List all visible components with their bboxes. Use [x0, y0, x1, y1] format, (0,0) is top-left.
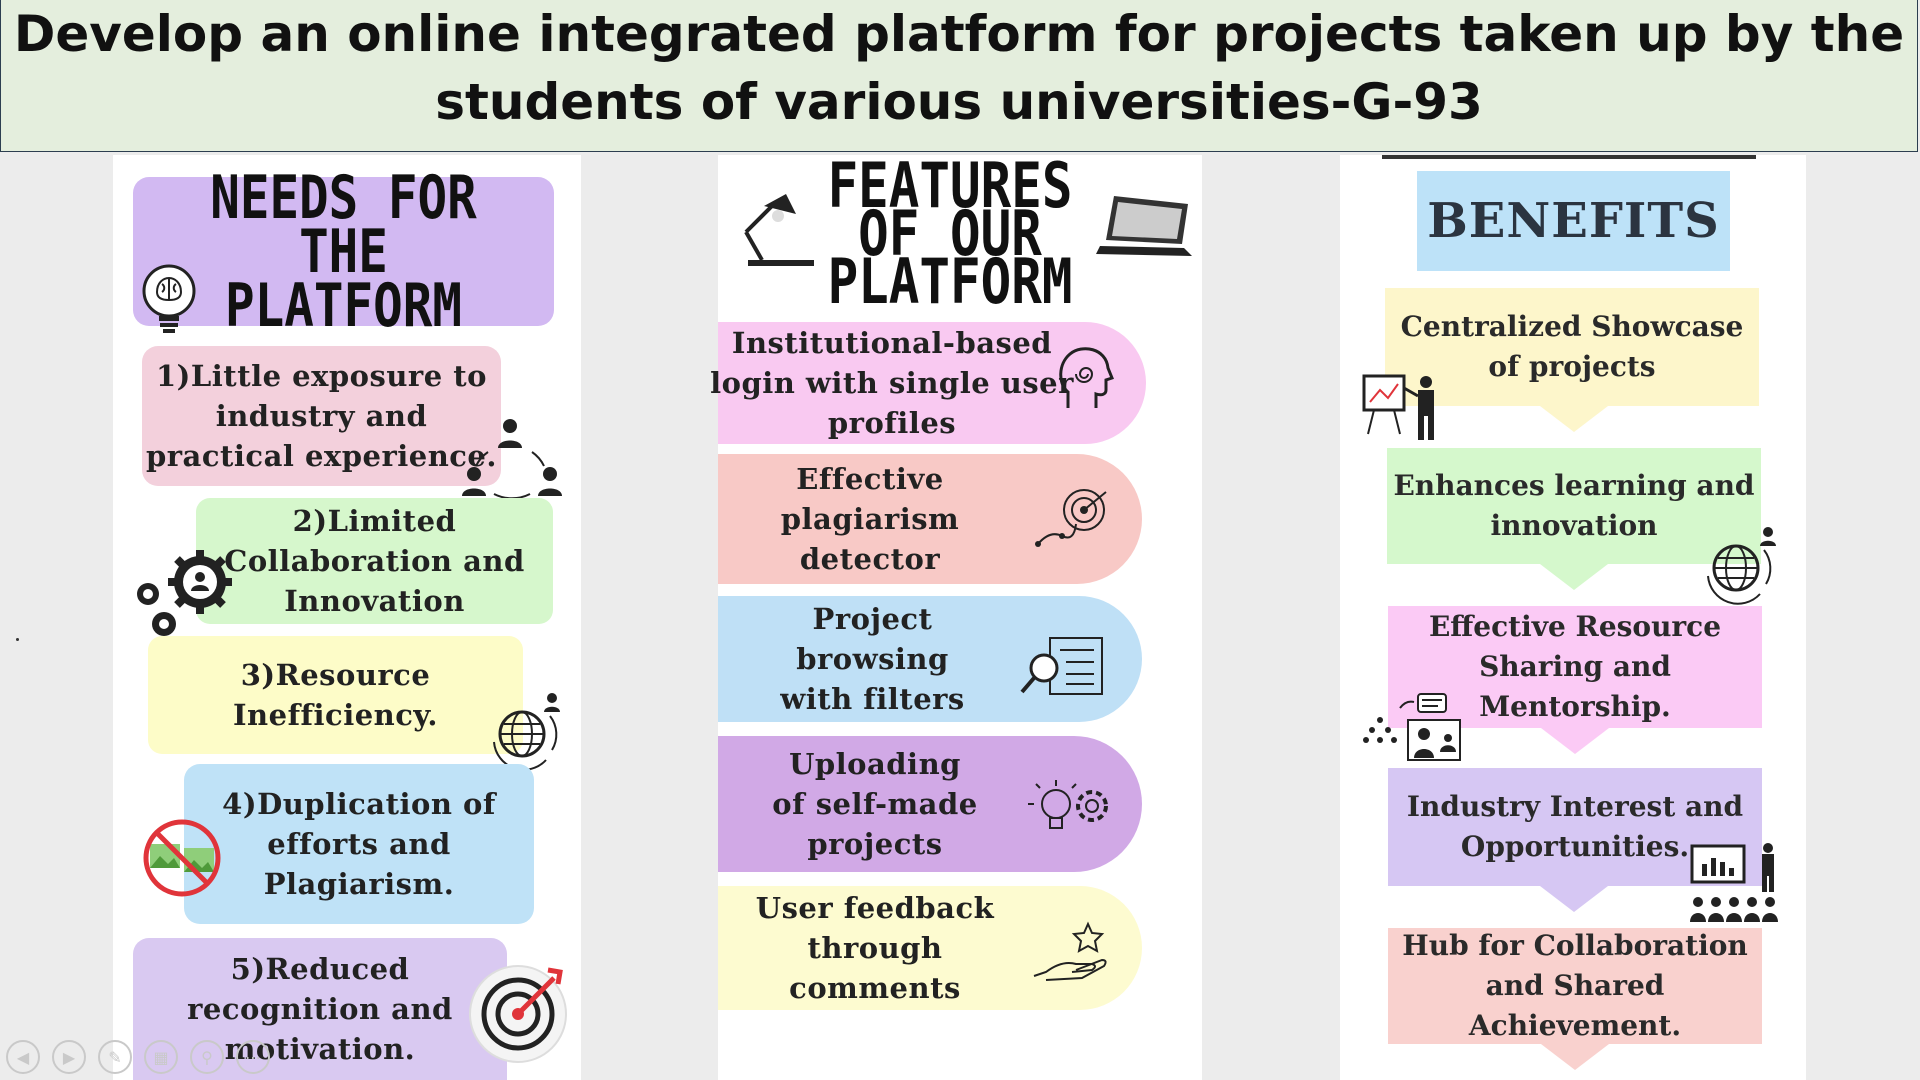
benefit-item-5-pointer — [1541, 1044, 1609, 1070]
feature-item-2-line-2: plagiarism — [780, 502, 960, 536]
feature-item-4-line-3: projects — [807, 827, 943, 861]
benefit-item-4-line-2: Opportunities. — [1460, 830, 1690, 863]
feature-item-3-line-3: with filters — [780, 682, 965, 716]
feature-item-3-line-1: Project — [812, 602, 933, 636]
benefits-top-rule — [1382, 155, 1756, 159]
need-item-3: 3)Resource Inefficiency. — [148, 636, 523, 754]
previous-slide-icon[interactable]: ◀ — [6, 1040, 40, 1074]
need-item-2: 2)Limited Collaboration and Innovation — [196, 498, 553, 624]
feature-item-4-line-2: of self-made — [772, 787, 978, 821]
benefit-item-5-line-1: Hub for Collaboration — [1402, 929, 1748, 962]
next-slide-icon[interactable]: ▶ — [52, 1040, 86, 1074]
benefit-item-1-line-1: Centralized Showcase — [1400, 310, 1744, 343]
needs-heading-line-2: PLATFORM — [225, 270, 462, 341]
benefit-item-5: Hub for Collaboration and Shared Achieve… — [1388, 928, 1762, 1044]
benefits-heading: BENEFITS — [1417, 171, 1730, 271]
features-heading: FEATURES OF OUR PLATFORM — [800, 155, 1100, 318]
globe-network-icon — [480, 690, 568, 772]
hand-star-icon — [1032, 920, 1112, 982]
slide-title-line-2: students of various universities-G-93 — [435, 73, 1483, 131]
need-item-3-line-2: Inefficiency. — [232, 698, 439, 732]
pen-tool-icon[interactable]: ✎ — [98, 1040, 132, 1074]
benefit-item-3-line-1: Effective Resource — [1428, 610, 1722, 643]
no-copy-icon — [140, 818, 228, 898]
more-options-icon[interactable]: ⋯ — [236, 1040, 270, 1074]
benefit-item-1-pointer — [1540, 406, 1608, 432]
needs-heading-line-1: NEEDS FOR THE — [210, 162, 477, 287]
features-heading-line-3: PLATFORM — [827, 245, 1073, 318]
slide-title-banner: Develop an online integrated platform fo… — [0, 0, 1918, 152]
need-item-4: 4)Duplication of efforts and Plagiarism. — [184, 764, 534, 924]
feature-item-5-line-2: through — [807, 931, 943, 965]
benefit-item-3-line-3: Mentorship. — [1479, 690, 1671, 723]
stray-dot — [16, 638, 19, 641]
need-item-1-line-3: practical experience. — [146, 439, 497, 473]
need-item-1: 1)Little exposure to industry and practi… — [142, 346, 501, 486]
benefit-item-1-line-2: of projects — [1488, 350, 1656, 383]
feature-item-5-line-3: comments — [789, 971, 961, 1005]
slide-grid-icon[interactable]: ▦ — [144, 1040, 178, 1074]
benefits-heading-text: BENEFITS — [1427, 193, 1720, 249]
feature-item-2-line-1: Effective — [796, 462, 944, 496]
benefit-item-4-pointer — [1540, 886, 1608, 912]
benefit-item-2-line-2: innovation — [1490, 509, 1658, 542]
need-item-2-line-3: Innovation — [284, 584, 465, 618]
feature-item-5-line-1: User feedback — [755, 891, 995, 925]
need-item-5-line-2: recognition and — [187, 992, 453, 1026]
need-item-4-line-3: Plagiarism. — [263, 867, 455, 901]
need-item-2-line-1: 2)Limited — [292, 504, 457, 538]
feature-item-3-line-2: browsing — [796, 642, 949, 676]
target-path-icon — [1030, 480, 1114, 552]
need-item-1-line-2: industry and — [215, 399, 428, 433]
desk-lamp-icon — [734, 188, 814, 272]
feature-item-1-line-1: Institutional-based — [731, 326, 1053, 360]
benefit-item-2-pointer — [1540, 564, 1608, 590]
benefit-item-3-line-2: Sharing and — [1479, 650, 1671, 683]
dart-target-icon — [464, 962, 574, 1066]
lightbulb-brain-icon — [138, 262, 200, 336]
need-item-5-line-1: 5)Reduced — [230, 952, 410, 986]
feature-item-4-line-1: Uploading — [789, 747, 961, 781]
feature-item-1-line-3: profiles — [827, 406, 957, 440]
laptop-icon — [1096, 190, 1196, 262]
presentation-board-icon — [1360, 372, 1446, 444]
slide-title-line-1: Develop an online integrated platform fo… — [13, 5, 1905, 63]
benefit-item-3-pointer — [1541, 728, 1609, 754]
audience-chart-icon — [1688, 842, 1784, 928]
benefit-item-4-line-1: Industry Interest and — [1406, 790, 1744, 823]
zoom-icon[interactable]: ⚲ — [190, 1040, 224, 1074]
need-item-2-line-2: Collaboration and — [224, 544, 525, 578]
gears-person-icon — [130, 548, 236, 640]
need-item-4-line-2: efforts and — [267, 827, 451, 861]
need-item-3-line-1: 3)Resource — [240, 658, 431, 692]
feature-item-2-line-3: detector — [799, 542, 941, 576]
benefit-item-5-line-3: Achievement. — [1468, 1009, 1682, 1042]
idea-gear-icon — [1020, 776, 1120, 838]
team-cycle-icon — [452, 408, 568, 500]
need-item-4-line-1: 4)Duplication of — [222, 787, 496, 821]
benefit-item-5-line-2: and Shared — [1485, 969, 1665, 1002]
online-mentor-icon — [1360, 690, 1470, 770]
search-document-icon — [1020, 636, 1106, 698]
brain-head-icon — [1054, 344, 1114, 414]
need-item-1-line-1: 1)Little exposure to — [156, 359, 487, 393]
benefit-item-2-line-1: Enhances learning and — [1393, 469, 1755, 502]
globe-network-icon-2 — [1694, 524, 1782, 606]
feature-item-1-line-2: login with single user — [710, 366, 1074, 400]
